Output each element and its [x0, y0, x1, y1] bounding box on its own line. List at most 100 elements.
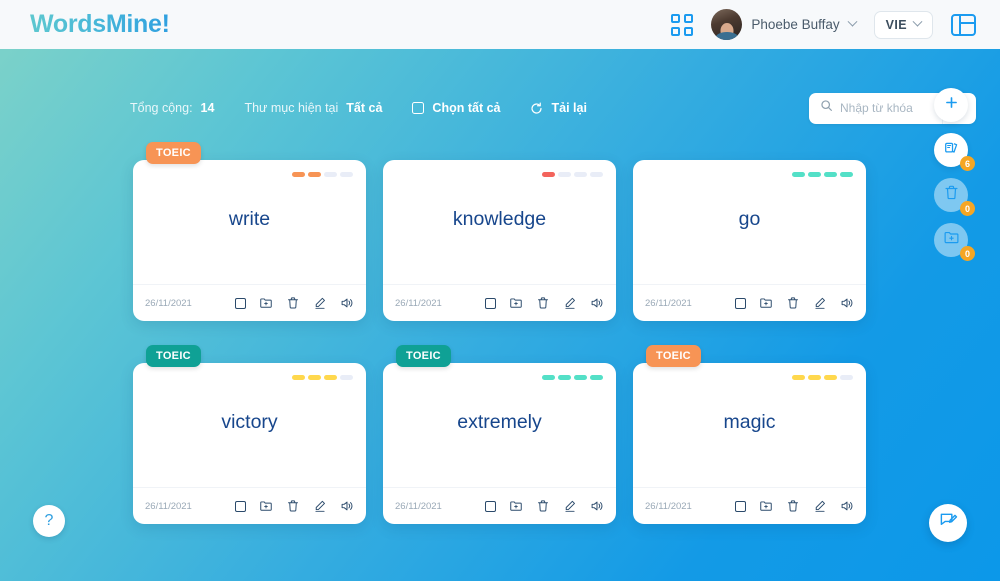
question-mark-icon: ?: [44, 512, 54, 529]
word-card: TOEIC victory 26/11/2021: [133, 345, 366, 524]
fab-trash[interactable]: 0: [934, 178, 975, 216]
user-name: Phoebe Buffay: [751, 17, 840, 32]
progress-segment: [574, 375, 587, 380]
reload-button[interactable]: Tải lại: [530, 101, 587, 115]
progress-segment: [840, 375, 853, 380]
progress-segment: [590, 375, 603, 380]
speaker-icon[interactable]: [840, 499, 854, 513]
progress-segment: [792, 375, 805, 380]
user-menu[interactable]: Phoebe Buffay: [711, 9, 858, 40]
folder-add-icon[interactable]: [509, 499, 523, 513]
progress-segment: [808, 172, 821, 177]
folder-add-icon[interactable]: [759, 296, 773, 310]
card-action-icons: [735, 499, 854, 513]
fab-badge: 0: [960, 246, 975, 261]
checkbox-icon[interactable]: [235, 500, 246, 512]
pencil-icon[interactable]: [813, 296, 827, 310]
floating-action-buttons: 6 0 0: [934, 88, 975, 261]
pencil-icon[interactable]: [313, 499, 327, 513]
progress-segment: [340, 375, 353, 380]
card-body[interactable]: magic 26/11/2021: [633, 363, 866, 524]
speaker-icon[interactable]: [590, 499, 604, 513]
trash-icon[interactable]: [786, 499, 800, 513]
card-tag[interactable]: TOEIC: [146, 345, 201, 367]
trash-icon[interactable]: [786, 296, 800, 310]
pencil-icon[interactable]: [813, 499, 827, 513]
speaker-icon[interactable]: [840, 296, 854, 310]
progress-indicator: [792, 172, 853, 177]
card-tag[interactable]: TOEIC: [396, 345, 451, 367]
card-date: 26/11/2021: [645, 500, 692, 512]
folder-add-icon[interactable]: [259, 296, 273, 310]
folder-add-icon[interactable]: [259, 499, 273, 513]
speaker-icon[interactable]: [590, 296, 604, 310]
pencil-icon[interactable]: [563, 296, 577, 310]
search-input[interactable]: [840, 101, 942, 115]
word-card: TOEIC magic 26/11/2021: [633, 345, 866, 524]
progress-segment: [340, 172, 353, 177]
pencil-icon[interactable]: [563, 499, 577, 513]
card-body[interactable]: go 26/11/2021: [633, 160, 866, 321]
card-footer: 26/11/2021: [383, 284, 616, 321]
fab-folder-add[interactable]: 0: [934, 223, 975, 261]
select-all-toggle[interactable]: Chọn tất cả: [412, 101, 500, 115]
card-word: knowledge: [452, 207, 547, 230]
progress-segment: [824, 172, 837, 177]
card-action-icons: [485, 296, 604, 310]
card-footer: 26/11/2021: [133, 487, 366, 524]
speaker-icon[interactable]: [340, 296, 354, 310]
card-word: go: [738, 207, 761, 230]
help-button[interactable]: ?: [33, 505, 65, 537]
card-body[interactable]: victory 26/11/2021: [133, 363, 366, 524]
word-card: TOEIC extremely 26/11/2021: [383, 345, 616, 524]
fab-flashcards[interactable]: 6: [934, 133, 975, 171]
card-tag[interactable]: TOEIC: [146, 142, 201, 164]
trash-icon[interactable]: [536, 499, 550, 513]
current-folder-label: Thư mục hiện tại: [244, 101, 339, 115]
current-folder-value: Tất cả: [346, 101, 383, 115]
chevron-down-icon: [912, 16, 923, 27]
card-action-icons: [735, 296, 854, 310]
language-selector[interactable]: VIE: [873, 10, 933, 39]
card-body[interactable]: knowledge 26/11/2021: [383, 160, 616, 321]
grid-apps-icon[interactable]: [671, 13, 694, 36]
pencil-icon[interactable]: [313, 296, 327, 310]
card-date: 26/11/2021: [395, 500, 442, 512]
folder-add-icon[interactable]: [759, 499, 773, 513]
card-date: 26/11/2021: [645, 297, 692, 309]
card-tag[interactable]: TOEIC: [646, 345, 701, 367]
chevron-down-icon: [847, 16, 858, 27]
progress-indicator: [542, 375, 603, 380]
select-all-label: Chọn tất cả: [432, 101, 501, 115]
fab-plus[interactable]: [934, 88, 968, 122]
progress-segment: [574, 172, 587, 177]
progress-indicator: [292, 172, 353, 177]
checkbox-icon[interactable]: [485, 500, 496, 512]
trash-icon[interactable]: [536, 296, 550, 310]
progress-segment: [292, 172, 305, 177]
feedback-button[interactable]: [929, 504, 967, 542]
card-date: 26/11/2021: [145, 500, 192, 512]
card-body[interactable]: extremely 26/11/2021: [383, 363, 616, 524]
checkbox-icon[interactable]: [485, 297, 496, 309]
progress-indicator: [792, 375, 853, 380]
folder-add-icon[interactable]: [509, 296, 523, 310]
checkbox-icon: [412, 102, 425, 114]
word-card-grid: TOEIC write 26/11/2021 knowledge 26/11/2…: [133, 142, 866, 524]
progress-segment: [840, 172, 853, 177]
checkbox-icon[interactable]: [735, 500, 746, 512]
layout-panel-icon[interactable]: [951, 13, 976, 36]
progress-segment: [558, 375, 571, 380]
trash-icon[interactable]: [286, 499, 300, 513]
checkbox-icon[interactable]: [235, 297, 246, 309]
checkbox-icon[interactable]: [735, 297, 746, 309]
card-action-icons: [235, 296, 354, 310]
card-body[interactable]: write 26/11/2021: [133, 160, 366, 321]
trash-icon[interactable]: [286, 296, 300, 310]
speaker-icon[interactable]: [340, 499, 354, 513]
search-icon: [820, 99, 833, 117]
progress-segment: [792, 172, 805, 177]
fab-badge: 0: [960, 201, 975, 216]
trash-icon: [943, 184, 960, 206]
header-actions: Phoebe Buffay VIE: [671, 9, 976, 40]
